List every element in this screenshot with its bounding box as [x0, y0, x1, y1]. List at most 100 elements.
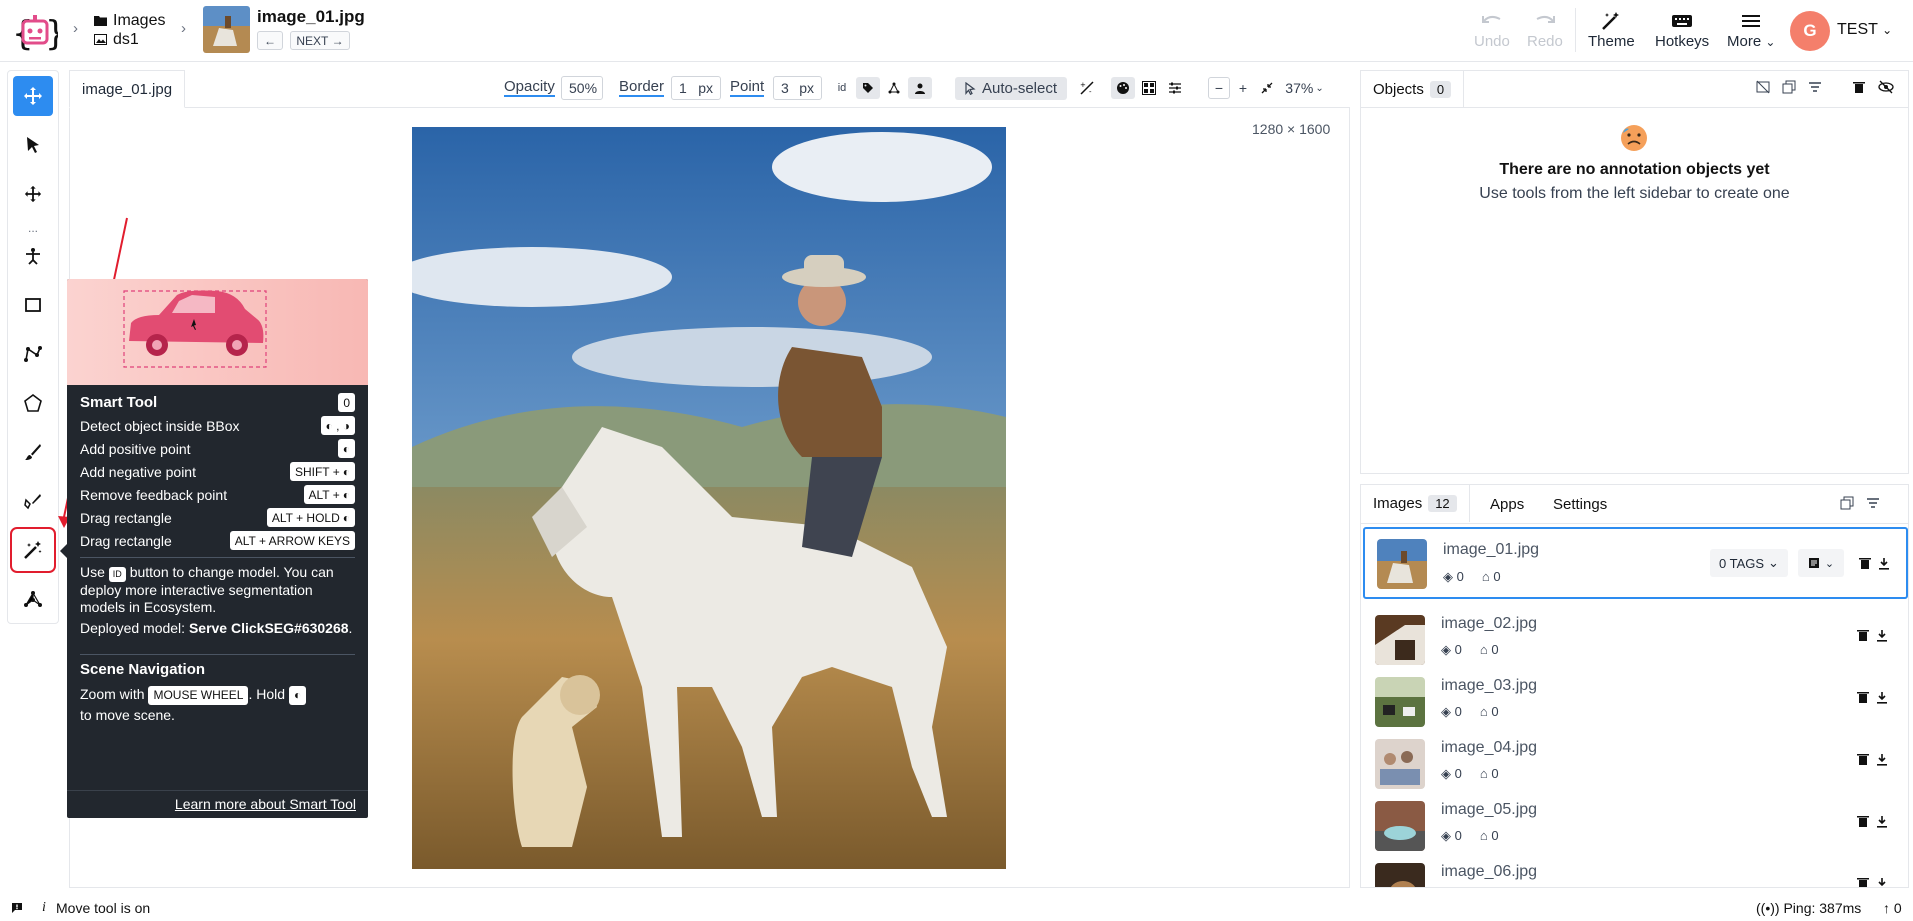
- copy-icon[interactable]: [1782, 80, 1796, 94]
- hotkeys-button[interactable]: Hotkeys: [1655, 9, 1709, 50]
- breadcrumb-project[interactable]: Images: [94, 11, 165, 30]
- move-object-tool-button[interactable]: [13, 174, 53, 214]
- image-thumbnail: [1375, 739, 1425, 789]
- show-graph-toggle[interactable]: [882, 77, 906, 99]
- tab-settings[interactable]: Settings: [1553, 485, 1607, 523]
- next-image-button[interactable]: NEXT →: [290, 31, 350, 50]
- layers-icon: ◈: [1441, 766, 1451, 781]
- chevron-down-icon: ⌄: [1882, 23, 1893, 37]
- polyline-icon: [24, 346, 42, 362]
- rectangle-tool-button[interactable]: [13, 285, 53, 325]
- image-list-item[interactable]: image_01.jpg ◈ 0 ⌂ 0 0 TAGS ⌄ ⌄: [1363, 527, 1908, 599]
- tab-apps[interactable]: Apps: [1490, 485, 1524, 523]
- trash-icon[interactable]: [1852, 80, 1866, 94]
- tag-icon: ⌂: [1479, 704, 1488, 719]
- download-icon[interactable]: [1876, 877, 1888, 888]
- polyline-tool-button[interactable]: [13, 334, 53, 374]
- images-actions: [1840, 496, 1880, 510]
- ping-indicator: ((•)) Ping: 387ms: [1756, 900, 1862, 916]
- cursor-icon: [27, 137, 39, 153]
- hide-image-icon[interactable]: [1756, 80, 1770, 94]
- graph-tool-button[interactable]: [13, 579, 53, 619]
- zoom-in-button[interactable]: +: [1232, 77, 1254, 99]
- move-arrows-icon: [24, 185, 42, 203]
- download-icon[interactable]: [1876, 815, 1888, 828]
- image-list-item[interactable]: image_02.jpg ◈ 0 ⌂ 0: [1363, 605, 1908, 665]
- fit-to-screen-button[interactable]: [1256, 77, 1278, 99]
- checkerboard-icon: [1142, 81, 1156, 95]
- feedback-icon[interactable]: [11, 902, 23, 914]
- auto-select-button[interactable]: Auto-select: [955, 77, 1067, 100]
- show-tags-toggle[interactable]: [856, 77, 880, 99]
- select-tool-button[interactable]: [13, 125, 53, 165]
- image-list-item[interactable]: image_03.jpg ◈ 0 ⌂ 0: [1363, 667, 1908, 727]
- canvas-image-tab[interactable]: image_01.jpg: [69, 70, 186, 108]
- undo-button[interactable]: Undo: [1474, 9, 1510, 50]
- brightness-button[interactable]: + -: [1075, 77, 1099, 99]
- show-id-toggle[interactable]: id: [830, 77, 854, 99]
- tags-dropdown[interactable]: 0 TAGS ⌄: [1710, 549, 1788, 577]
- copy-icon[interactable]: [1840, 496, 1854, 510]
- redo-button[interactable]: Redo: [1527, 9, 1563, 50]
- zoom-level-select[interactable]: 37% ⌄: [1282, 77, 1327, 99]
- filter-icon[interactable]: [1808, 80, 1822, 94]
- eraser-tool-button[interactable]: [13, 481, 53, 521]
- download-icon[interactable]: [1876, 691, 1888, 704]
- trash-icon[interactable]: [1859, 557, 1871, 570]
- keyboard-icon: [1672, 15, 1693, 27]
- download-icon[interactable]: [1876, 629, 1888, 642]
- opacity-input[interactable]: 50%: [561, 76, 603, 100]
- trash-icon[interactable]: [1857, 629, 1869, 642]
- image-info-dropdown[interactable]: ⌄: [1798, 549, 1844, 577]
- pan-tool-button[interactable]: [13, 76, 53, 116]
- brush-tool-button[interactable]: [13, 432, 53, 472]
- mouse-left-icon: ◐: [337, 439, 355, 458]
- learn-more-link[interactable]: Learn more about Smart Tool: [175, 796, 356, 812]
- annotated-image[interactable]: [412, 127, 1006, 869]
- svg-text:+: +: [1080, 81, 1086, 89]
- prev-image-button[interactable]: ←: [257, 31, 283, 50]
- user-icon: [915, 83, 925, 94]
- tab-objects[interactable]: Objects 0: [1361, 71, 1465, 108]
- hotkey-badge: 0: [338, 393, 355, 412]
- user-avatar[interactable]: G: [1790, 11, 1830, 51]
- smart-tool-button[interactable]: [10, 527, 56, 573]
- zoom-out-button[interactable]: −: [1208, 77, 1230, 99]
- tag-icon: ⌂: [1479, 766, 1488, 781]
- user-menu[interactable]: TEST ⌄: [1837, 21, 1892, 39]
- rectangle-icon: [25, 298, 41, 312]
- sliders-icon: [1169, 82, 1181, 94]
- image-icon: [94, 34, 107, 45]
- trash-icon[interactable]: [1857, 753, 1869, 766]
- border-input[interactable]: 1 px: [671, 76, 721, 100]
- keypoint-tool-button[interactable]: [13, 236, 53, 276]
- app-logo-icon[interactable]: { }: [12, 9, 58, 55]
- download-icon[interactable]: [1876, 753, 1888, 766]
- tab-images[interactable]: Images 12: [1361, 485, 1470, 522]
- graph-nodes-icon: [24, 591, 42, 607]
- trash-icon[interactable]: [1857, 877, 1869, 888]
- polygon-tool-button[interactable]: [13, 383, 53, 423]
- image-list-item[interactable]: image_06.jpg: [1363, 853, 1908, 888]
- pixel-grid-toggle[interactable]: [1137, 77, 1161, 99]
- trash-icon[interactable]: [1857, 815, 1869, 828]
- filters-button[interactable]: [1163, 77, 1187, 99]
- more-menu-button[interactable]: More ⌄: [1727, 9, 1775, 50]
- color-mode-toggle[interactable]: [1111, 77, 1135, 99]
- image-list-item[interactable]: image_04.jpg ◈ 0 ⌂ 0: [1363, 729, 1908, 789]
- filter-icon[interactable]: [1866, 496, 1880, 510]
- eye-off-icon[interactable]: [1878, 80, 1894, 94]
- chevron-down-icon: ⌄: [1824, 557, 1835, 570]
- show-user-toggle[interactable]: [908, 77, 932, 99]
- theme-button[interactable]: Theme: [1588, 9, 1635, 50]
- mouse-middle-icon: ◐: [288, 685, 307, 705]
- upload-counter[interactable]: ↑ 0: [1883, 900, 1902, 916]
- image-list-item[interactable]: image_05.jpg ◈ 0 ⌂ 0: [1363, 791, 1908, 851]
- download-icon[interactable]: [1878, 557, 1890, 570]
- breadcrumb-dataset[interactable]: ds1: [94, 30, 165, 49]
- popup-pointer: [60, 544, 67, 558]
- trash-icon[interactable]: [1857, 691, 1869, 704]
- chevron-down-icon: ⌄: [1315, 82, 1324, 94]
- image-stats: ◈ 0 ⌂ 0: [1441, 828, 1499, 843]
- point-input[interactable]: 3 px: [773, 76, 822, 100]
